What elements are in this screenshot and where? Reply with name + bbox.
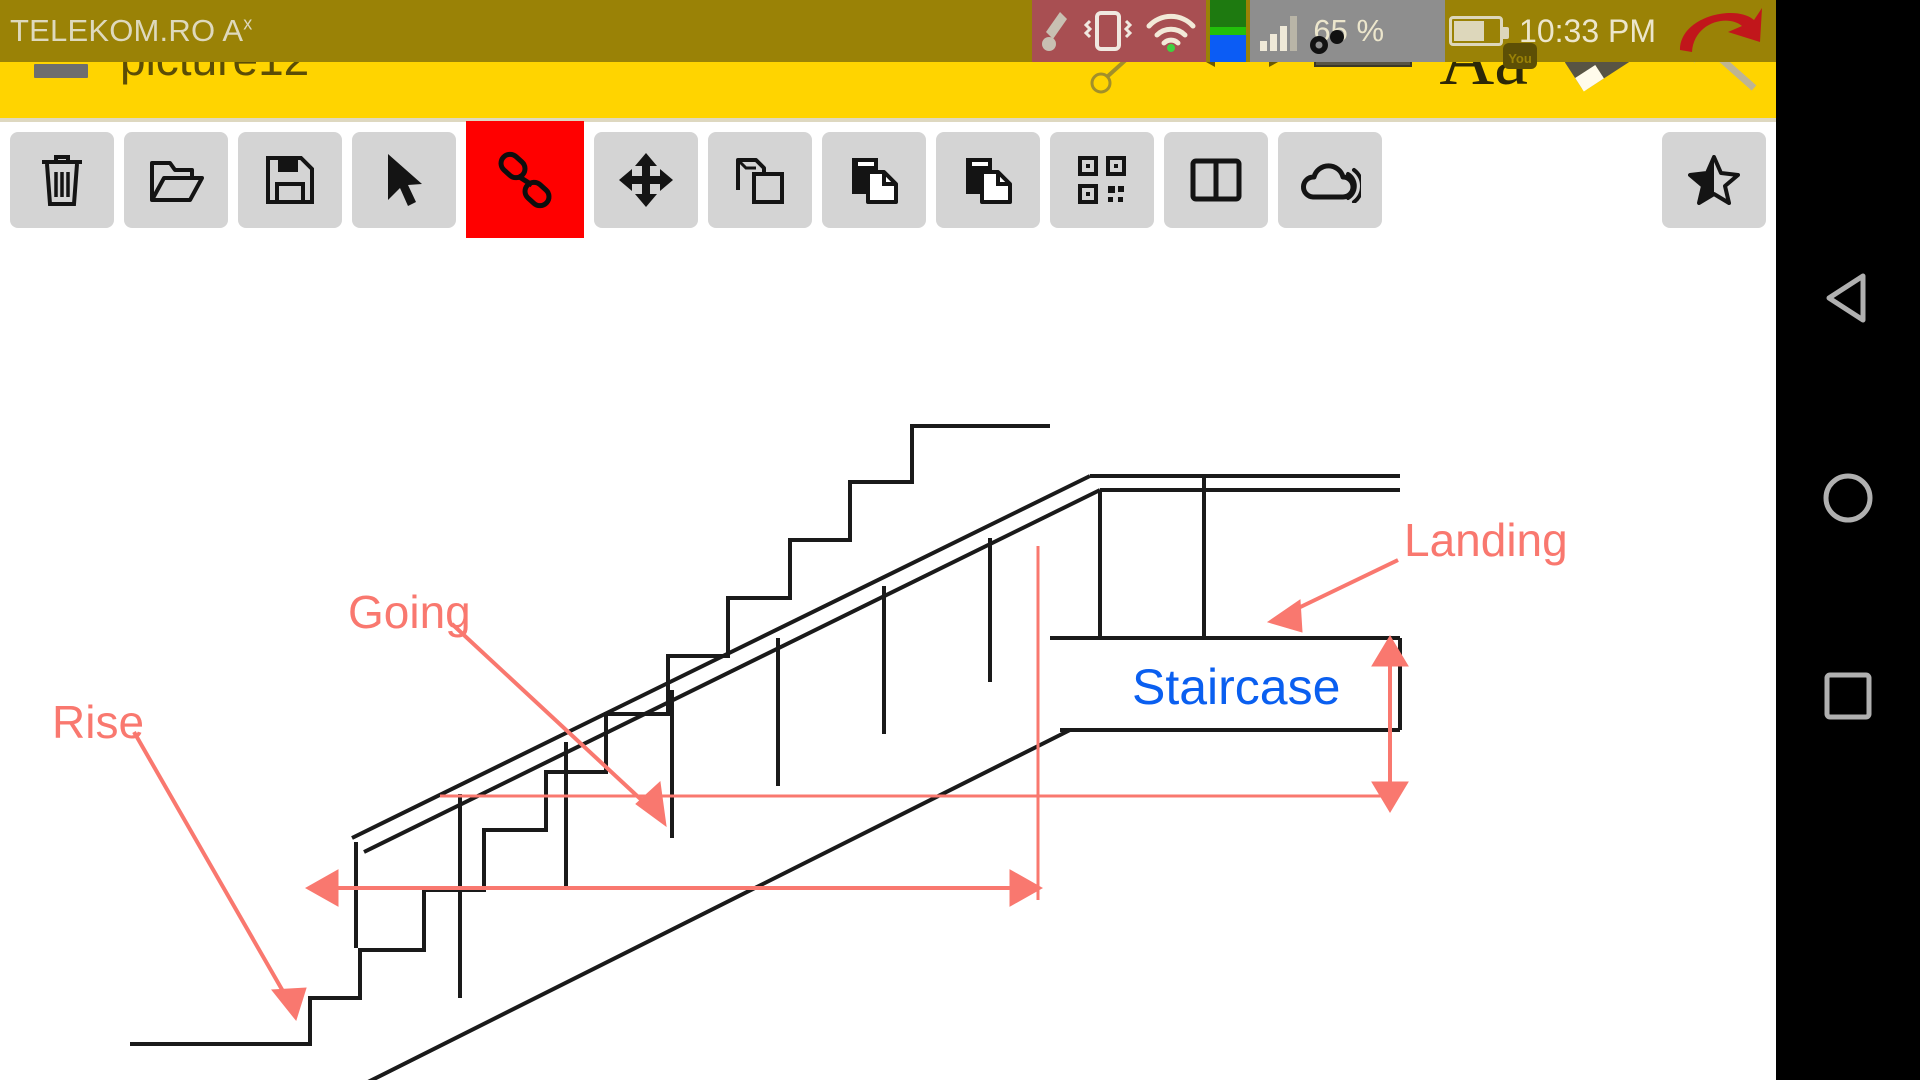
cloud-sync-icon xyxy=(1301,163,1361,203)
screen: picture12 xyxy=(0,0,1920,1080)
signal-settings-chip: 65 % xyxy=(1250,0,1446,62)
annotation-layer xyxy=(132,546,1409,1022)
gears-icon xyxy=(1310,30,1345,54)
nav-back-button[interactable] xyxy=(1776,238,1920,358)
qrcode-button[interactable] xyxy=(1050,132,1154,228)
rgb-color-bars-icon xyxy=(1210,0,1247,63)
copy-pages-icon xyxy=(736,158,784,204)
drawing-canvas[interactable]: Rise Going Landing Staircase xyxy=(0,238,1776,1080)
half-star-icon xyxy=(1688,155,1740,205)
staircase-outline xyxy=(130,424,1402,1080)
paste-button[interactable] xyxy=(822,132,926,228)
nav-recents-button[interactable] xyxy=(1776,636,1920,756)
going-label: Going xyxy=(348,586,471,638)
status-icons: 65 % You 10:33 PM xyxy=(1032,0,1766,69)
recents-square-icon xyxy=(1824,672,1872,720)
duplicate-button[interactable] xyxy=(936,132,1040,228)
delete-button[interactable] xyxy=(10,132,114,228)
two-columns-icon xyxy=(1190,158,1242,202)
nav-home-button[interactable] xyxy=(1776,438,1920,558)
copy-button[interactable] xyxy=(708,132,812,228)
signal-bars-icon xyxy=(1260,16,1298,51)
android-status-bar: TELEKOM.RO Ax 65 % You 10:33 PM xyxy=(0,0,1776,69)
qr-code-icon xyxy=(1078,156,1126,204)
rise-leader xyxy=(132,731,307,1022)
going-dimension-line xyxy=(304,869,1044,907)
home-circle-icon xyxy=(1823,473,1873,523)
duplicate-page-icon xyxy=(966,158,1012,204)
svg-text:You: You xyxy=(1508,51,1532,66)
trash-icon xyxy=(42,155,82,206)
paste-page-icon xyxy=(852,158,898,204)
rise-dimension-line xyxy=(1371,635,1409,813)
open-button[interactable] xyxy=(124,132,228,228)
carrier-label: TELEKOM.RO Ax xyxy=(10,13,253,48)
staircase-diagram: Rise Going Landing Staircase xyxy=(52,424,1568,1080)
paint-brush-icon xyxy=(1042,12,1068,51)
cloud-sync-button[interactable] xyxy=(1278,132,1382,228)
staircase-label: Staircase xyxy=(1132,659,1340,715)
rise-label: Rise xyxy=(52,696,144,748)
open-folder-icon xyxy=(150,161,204,202)
link-button[interactable] xyxy=(466,121,584,239)
battery-icon xyxy=(1449,16,1510,46)
landing-label: Landing xyxy=(1404,514,1568,566)
carrier-superscript: Ax xyxy=(222,13,253,48)
back-triangle-icon xyxy=(1826,273,1866,323)
notification-chip xyxy=(1032,0,1207,62)
vibrate-icon xyxy=(1084,11,1133,51)
android-navigation-bar xyxy=(1776,0,1920,1080)
move-button[interactable] xyxy=(594,132,698,228)
cursor-arrow-icon xyxy=(388,154,422,206)
move-arrows-icon xyxy=(619,153,673,207)
floppy-disk-icon xyxy=(266,156,314,204)
app-window: picture12 xyxy=(0,0,1776,1080)
landing-leader xyxy=(1266,558,1399,633)
select-button[interactable] xyxy=(352,132,456,228)
undo-arrow-icon[interactable] xyxy=(1666,0,1766,65)
wifi-icon xyxy=(1146,13,1196,52)
save-button[interactable] xyxy=(238,132,342,228)
favorite-button[interactable] xyxy=(1662,132,1766,228)
main-toolbar xyxy=(0,118,1776,239)
columns-button[interactable] xyxy=(1164,132,1268,228)
chain-link-icon xyxy=(498,151,552,209)
